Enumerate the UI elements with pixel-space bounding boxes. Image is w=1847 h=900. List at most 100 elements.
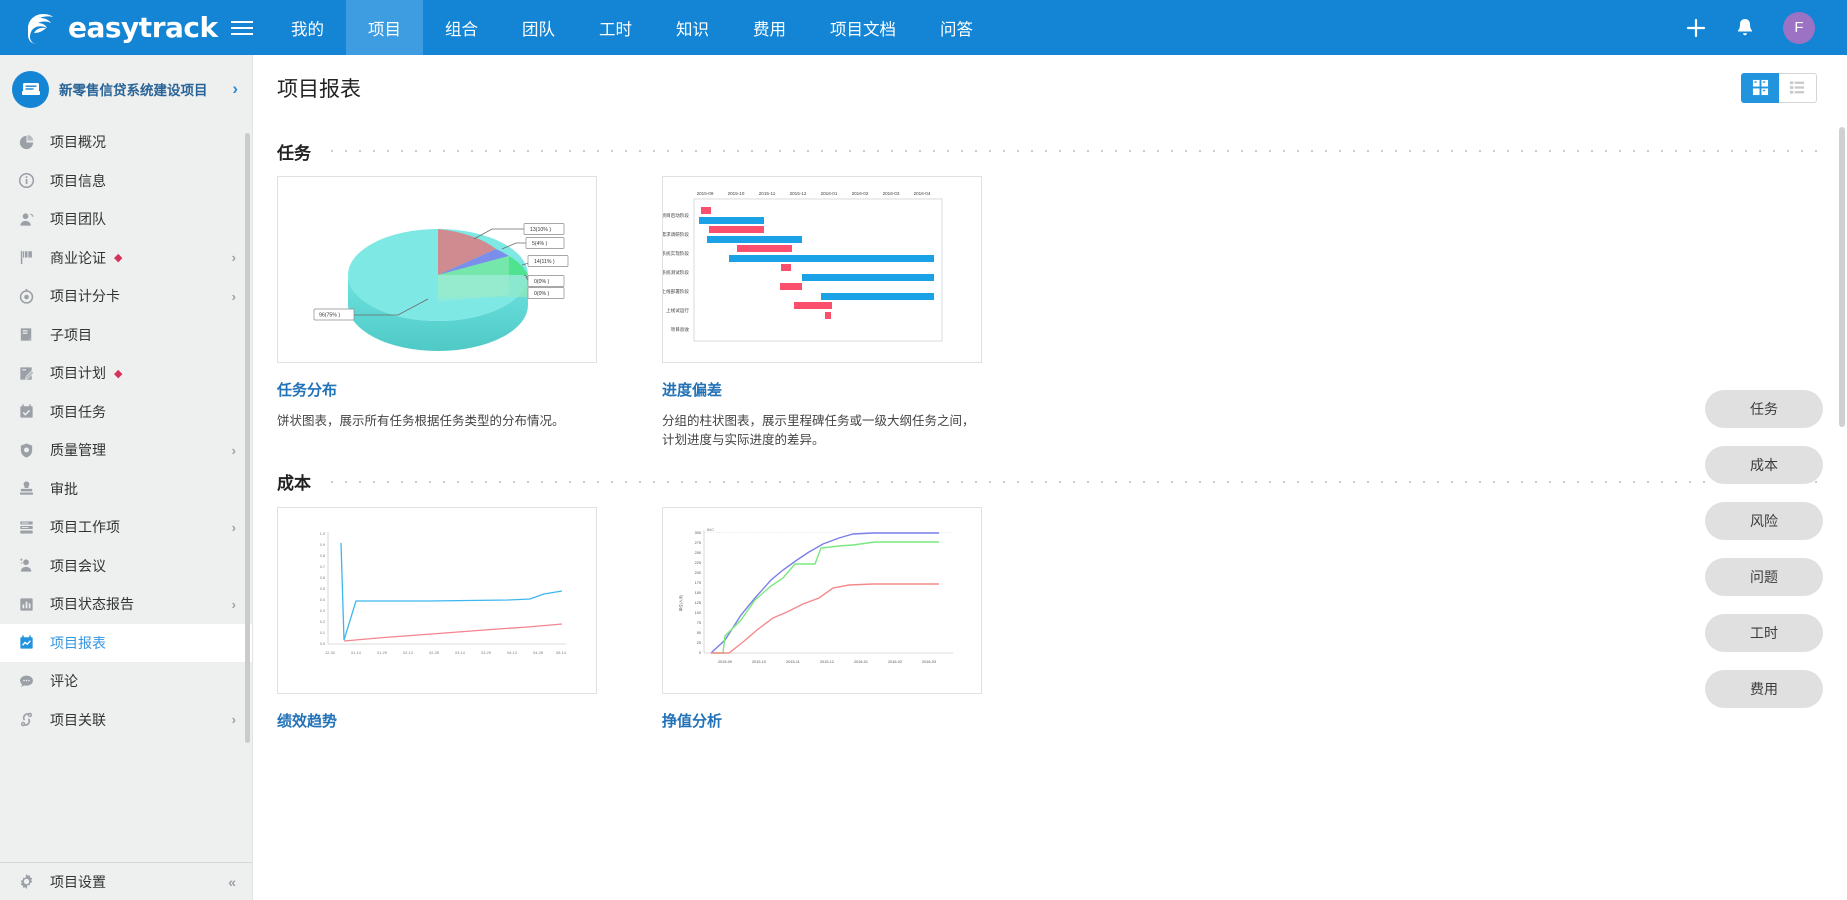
sidebar-item-15[interactable]: 项目关联 ›	[0, 701, 252, 740]
sidebar-item-12[interactable]: 项目状态报告 ›	[0, 585, 252, 624]
quick-nav-button-0[interactable]: 任务	[1705, 390, 1823, 428]
plus-icon[interactable]	[1685, 17, 1707, 39]
nav-right-actions: F	[1685, 0, 1847, 55]
svg-text:系统测试阶段: 系统测试阶段	[663, 269, 689, 276]
sidebar-item-8[interactable]: 质量管理 ›	[0, 431, 252, 470]
sidebar-item-13[interactable]: 项目报表	[0, 623, 252, 662]
report-card-earned-value[interactable]: 单位(人天) 300 275 250 225 200 175 150 125 100 75…	[662, 506, 982, 743]
svg-text:275: 275	[695, 541, 701, 545]
info-icon	[14, 172, 38, 189]
chevron-right-icon[interactable]: ›	[232, 79, 238, 99]
quick-nav-button-5[interactable]: 费用	[1705, 670, 1823, 708]
nav-item-7[interactable]: 项目文档	[808, 0, 918, 55]
nav-item-6[interactable]: 费用	[731, 0, 808, 55]
svg-text:2015-11: 2015-11	[759, 191, 776, 196]
nav-item-2[interactable]: 组合	[423, 0, 500, 55]
chart-thumbnail-pie[interactable]: 13(10% ) 5(4% ) 14(11% ) 0(0% ) 0(0% ) 9…	[277, 176, 597, 363]
nav-item-8[interactable]: 问答	[918, 0, 995, 55]
brand-logo-area[interactable]: easytrack	[0, 0, 218, 55]
report-card-performance-trend[interactable]: 1.0 0.9 0.8 0.7 0.6 0.5 0.4 0.3 0.2 0.1 0.0 1…	[277, 506, 597, 743]
card-title[interactable]: 挣值分析	[662, 710, 982, 731]
sidebar-item-label: 质量管理	[50, 442, 106, 459]
quick-nav-button-1[interactable]: 成本	[1705, 446, 1823, 484]
nav-item-0[interactable]: 我的	[269, 0, 346, 55]
sidebar-item-9[interactable]: 审批	[0, 470, 252, 509]
svg-text:250: 250	[695, 551, 701, 555]
section-header-tasks: 任务	[277, 126, 1817, 176]
sidebar: 新零售信贷系统建设项目 › 项目概况 项目信息 项目团队 商业论证 ◆ › 项目计分卡 › 子项…	[0, 55, 253, 900]
svg-text:01-29: 01-29	[377, 651, 387, 655]
svg-text:300: 300	[695, 531, 701, 535]
svg-text:0.2: 0.2	[320, 620, 325, 624]
sidebar-item-label: 项目会议	[50, 557, 106, 574]
project-selector[interactable]: 新零售信贷系统建设项目 ›	[0, 55, 252, 123]
sidebar-item-11[interactable]: 项目会议	[0, 547, 252, 586]
sidebar-scrollbar[interactable]	[245, 133, 250, 743]
sidebar-item-7[interactable]: 项目任务	[0, 393, 252, 432]
card-description: 饼状图表，展示所有任务根据任务类型的分布情况。	[277, 414, 565, 428]
chart-thumbnail-earned-value[interactable]: 单位(人天) 300 275 250 225 200 175 150 125 100 75…	[662, 506, 982, 694]
svg-text:0.6: 0.6	[320, 576, 325, 580]
card-title[interactable]: 绩效趋势	[277, 710, 597, 731]
chevron-double-left-icon[interactable]: «	[228, 874, 236, 890]
svg-text:05-14: 05-14	[556, 651, 566, 655]
card-title[interactable]: 任务分布	[277, 379, 597, 400]
list-view-button[interactable]	[1779, 72, 1817, 103]
chart-thumbnail-performance[interactable]: 1.0 0.9 0.8 0.7 0.6 0.5 0.4 0.3 0.2 0.1 0.0 1…	[277, 506, 597, 694]
nav-item-1[interactable]: 项目	[346, 0, 423, 55]
sidebar-item-0[interactable]: 项目概况	[0, 123, 252, 162]
svg-text:2015-10: 2015-10	[752, 660, 766, 664]
chevron-right-icon[interactable]: ›	[232, 443, 236, 458]
chart-thumbnail-gantt[interactable]: 项目启动阶段 需求调研阶段 系统实现阶段 系统测试阶段 上线部署阶段 上线试运行…	[662, 176, 982, 363]
project-avatar-icon	[12, 70, 49, 108]
sidebar-item-project-settings[interactable]: 项目设置 «	[0, 862, 252, 900]
chevron-right-icon[interactable]: ›	[232, 520, 236, 535]
report-card-schedule-variance[interactable]: 项目启动阶段 需求调研阶段 系统实现阶段 系统测试阶段 上线部署阶段 上线试运行…	[662, 176, 982, 451]
card-row-cost: 1.0 0.9 0.8 0.7 0.6 0.5 0.4 0.3 0.2 0.1 0.0 1…	[277, 506, 1817, 743]
quick-nav-button-4[interactable]: 工时	[1705, 614, 1823, 652]
svg-text:96(75% ): 96(75% )	[319, 313, 340, 319]
svg-text:0.9: 0.9	[320, 543, 325, 547]
section-divider	[325, 150, 1817, 152]
report-card-task-distribution[interactable]: 13(10% ) 5(4% ) 14(11% ) 0(0% ) 0(0% ) 9…	[277, 176, 597, 451]
chevron-right-icon[interactable]: ›	[232, 250, 236, 265]
svg-text:0.8: 0.8	[320, 554, 325, 558]
edit-doc-icon	[14, 365, 38, 382]
sidebar-item-label: 项目信息	[50, 172, 106, 189]
quick-nav-button-3[interactable]: 问题	[1705, 558, 1823, 596]
card-title[interactable]: 进度偏差	[662, 379, 982, 400]
sidebar-item-4[interactable]: 项目计分卡 ›	[0, 277, 252, 316]
sidebar-item-label: 项目计划	[50, 365, 106, 382]
quick-nav-button-2[interactable]: 风险	[1705, 502, 1823, 540]
page-scrollbar[interactable]	[1839, 127, 1845, 427]
section-title: 成本	[277, 474, 311, 494]
chevron-right-icon[interactable]: ›	[232, 712, 236, 727]
nav-item-3[interactable]: 团队	[500, 0, 577, 55]
nav-items: 我的 项目 组合 团队 工时 知识 费用 项目文档 问答	[269, 0, 995, 55]
menu-toggle-icon[interactable]	[215, 0, 269, 55]
chevron-right-icon[interactable]: ›	[232, 597, 236, 612]
sidebar-menu: 项目概况 项目信息 项目团队 商业论证 ◆ › 项目计分卡 › 子项目 项目计划 ◆ 项目任务 质量管理…	[0, 123, 252, 739]
svg-text:系统实现阶段: 系统实现阶段	[663, 250, 689, 257]
svg-text:上线部署阶段: 上线部署阶段	[663, 288, 689, 295]
sidebar-item-3[interactable]: 商业论证 ◆ ›	[0, 239, 252, 278]
svg-text:0.3: 0.3	[320, 609, 325, 613]
svg-text:75: 75	[697, 621, 701, 625]
gear-icon	[14, 873, 38, 890]
diamond-badge-icon: ◆	[114, 252, 123, 265]
sidebar-item-1[interactable]: 项目信息	[0, 162, 252, 201]
sidebar-item-2[interactable]: 项目团队	[0, 200, 252, 239]
sidebar-item-5[interactable]: 子项目	[0, 316, 252, 355]
card-description: 分组的柱状图表，展示里程碑任务或一级大纲任务之间，计划进度与实际进度的差异。	[662, 414, 975, 448]
bar-chart-icon	[14, 596, 38, 613]
sidebar-item-10[interactable]: 项目工作项 ›	[0, 508, 252, 547]
nav-item-5[interactable]: 知识	[654, 0, 731, 55]
nav-item-4[interactable]: 工时	[577, 0, 654, 55]
user-avatar[interactable]: F	[1783, 11, 1815, 44]
sidebar-item-14[interactable]: 评论	[0, 662, 252, 701]
bell-icon[interactable]	[1735, 17, 1755, 39]
chevron-right-icon[interactable]: ›	[232, 289, 236, 304]
grid-view-button[interactable]	[1741, 72, 1779, 103]
link-icon	[14, 711, 38, 728]
sidebar-item-6[interactable]: 项目计划 ◆	[0, 354, 252, 393]
